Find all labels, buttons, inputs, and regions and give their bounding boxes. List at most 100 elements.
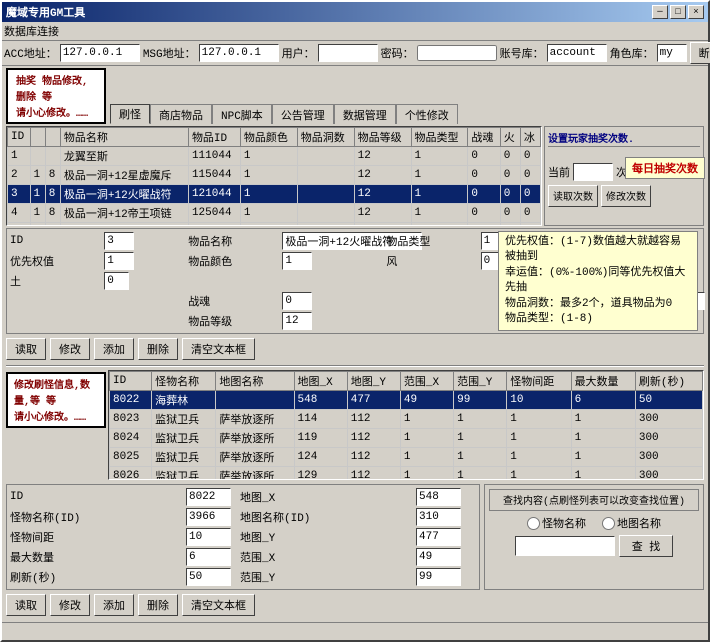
item-detail-form: ID 物品名称 物品类型 优先权值 物品颜色 风 火 土 — [6, 228, 704, 334]
monster-delete-btn[interactable]: 删除 — [138, 594, 178, 616]
item-clear-btn[interactable]: 清空文本框 — [182, 338, 255, 360]
role-db-input[interactable] — [657, 44, 687, 62]
map-y-field[interactable] — [416, 528, 461, 546]
id-label: ID — [10, 235, 100, 247]
user-input[interactable] — [318, 44, 378, 62]
th-name: 物品名称 — [60, 128, 188, 147]
monster-bottom: ID 地图_X 怪物名称(ID) 地图名称(ID) 怪物间距 地图_Y — [6, 484, 704, 590]
upper-section: 抽奖 物品修改,删除 等 请小心修改。…… 刷怪 商店物品 NPC脚本 公告管理… — [6, 68, 704, 362]
map-name-id-field[interactable] — [416, 508, 461, 526]
radio-monster-label: 怪物名称 — [527, 515, 586, 531]
th-id: ID — [8, 128, 31, 147]
monster-table-row[interactable]: 8022海葬林548477499910650 — [110, 391, 703, 410]
type-note: 物品洞数：最多2个，道具物品为0 — [505, 297, 691, 312]
mname-id-label: 怪物名称(ID) — [10, 509, 182, 525]
monster-table-row[interactable]: 8024监狱卫兵萨举放逐所1191121111300 — [110, 429, 703, 448]
read-lottery-btn[interactable]: 读取次数 — [548, 185, 598, 207]
search-radio-group: 怪物名称 地图名称 — [489, 515, 699, 531]
monster-clear-btn[interactable]: 清空文本框 — [182, 594, 255, 616]
th-color: 物品颜色 — [240, 128, 297, 147]
item-name-label: 物品名称 — [188, 233, 278, 249]
acc-addr-input[interactable] — [60, 44, 140, 62]
item-table-row[interactable]: 218极品一洞+12星虚魔斥1150441121000 — [8, 166, 541, 185]
mth-x: 地图_X — [294, 372, 347, 391]
connect-button[interactable]: 断开 — [690, 42, 710, 64]
acc-section-label: 数据库连接 — [4, 23, 59, 39]
mth-monster: 怪物名称 — [152, 372, 216, 391]
radio-monster[interactable] — [527, 517, 540, 530]
mth-rx: 范围_X — [400, 372, 453, 391]
tab-data[interactable]: 数据管理 — [334, 104, 396, 124]
soul-field[interactable] — [282, 292, 312, 310]
type-label: 物品类型 — [386, 233, 476, 249]
tab-shuaiguai[interactable]: 刷怪 — [110, 104, 150, 124]
acc-bar: 数据库连接 — [2, 22, 708, 41]
search-panel: 查找内容(点刷怪列表可以改变查找位置) 怪物名称 地图名称 查 — [484, 484, 704, 590]
color-field[interactable] — [282, 252, 312, 270]
find-button[interactable]: 查 找 — [619, 535, 674, 557]
monster-name-id-field[interactable] — [186, 508, 231, 526]
monster-section: 修改刷怪信息,数量,等 等 请小心修改。…… ID 怪物名称 地图名称 — [6, 370, 704, 482]
monster-table-row[interactable]: 8025监狱卫兵萨举放逐所1241121111300 — [110, 448, 703, 467]
warning2-line2: 请小心修改。…… — [14, 408, 98, 424]
db-input[interactable] — [547, 44, 607, 62]
th-fire: 火 — [500, 128, 520, 147]
monster-read-btn[interactable]: 读取 — [6, 594, 46, 616]
close-button[interactable]: × — [688, 5, 704, 19]
item-add-btn[interactable]: 添加 — [94, 338, 134, 360]
current-input[interactable] — [573, 163, 613, 181]
acc-addr-label: ACC地址： — [4, 45, 57, 61]
monster-modify-btn[interactable]: 修改 — [50, 594, 90, 616]
priority-field[interactable] — [104, 252, 134, 270]
minimize-button[interactable]: ─ — [652, 5, 668, 19]
modify-lottery-btn[interactable]: 修改次数 — [601, 185, 651, 207]
item-delete-btn[interactable]: 删除 — [138, 338, 178, 360]
status-text — [6, 624, 17, 640]
mth-refresh: 刷新(秒) — [635, 372, 702, 391]
level-field[interactable] — [282, 312, 312, 330]
luck-note: 幸运值：(0%-100%)同等优先权值大先抽 — [505, 266, 691, 297]
lower-section: 修改刷怪信息,数量,等 等 请小心修改。…… ID 怪物名称 地图名称 — [6, 370, 704, 618]
map-x-field[interactable] — [416, 488, 461, 506]
search-input[interactable] — [515, 536, 615, 556]
mx-label: 地图_X — [240, 489, 412, 505]
item-table-row[interactable]: 1龙翼至斯1110441121000 — [8, 147, 541, 166]
max-field[interactable] — [186, 548, 231, 566]
ry-field[interactable] — [416, 568, 461, 586]
warning-line1: 抽奖 物品修改,删除 等 — [16, 72, 96, 104]
tab-notice[interactable]: 公告管理 — [272, 104, 334, 124]
tab-npc[interactable]: NPC脚本 — [212, 104, 272, 124]
mth-dist: 怪物间距 — [507, 372, 571, 391]
lottery-title: 设置玩家抽奖次数. — [548, 130, 700, 147]
radio-map-label: 地图名称 — [602, 515, 661, 531]
refresh-field[interactable] — [186, 568, 231, 586]
th-c1 — [30, 128, 45, 147]
dist-label2: 怪物间距 — [10, 529, 182, 545]
item-table-row[interactable]: 318极品一洞+12火曜战符1210441121000 — [8, 185, 541, 204]
th-type: 物品类型 — [411, 128, 468, 147]
item-read-btn[interactable]: 读取 — [6, 338, 46, 360]
item-table: ID 物品名称 物品ID 物品颜色 物品洞数 物品等级 物品类型 战魂 — [7, 127, 541, 226]
item-modify-btn[interactable]: 修改 — [50, 338, 90, 360]
warning-box-2: 修改刷怪信息,数量,等 等 请小心修改。…… — [6, 372, 106, 428]
monster-table-row[interactable]: 8026监狱卫兵萨举放逐所1291121111300 — [110, 467, 703, 481]
monster-table-container: ID 怪物名称 地图名称 地图_X 地图_Y 范围_X 范围_Y 怪物间距 最大… — [108, 370, 704, 480]
dist-field[interactable] — [186, 528, 231, 546]
item-id-field[interactable] — [104, 232, 134, 250]
ry-label2: 范围_Y — [240, 569, 412, 585]
maximize-button[interactable]: □ — [670, 5, 686, 19]
current-label: 当前 — [548, 164, 570, 180]
monster-table-row[interactable]: 8023监狱卫兵萨举放逐所1141121111300 — [110, 410, 703, 429]
monster-id-field[interactable] — [186, 488, 231, 506]
radio-map[interactable] — [602, 517, 615, 530]
item-table-row[interactable]: 418极品一洞+12帝王项链1250441121000 — [8, 204, 541, 223]
msg-addr-input[interactable] — [199, 44, 279, 62]
earth-field[interactable] — [104, 272, 129, 290]
main-content: 抽奖 物品修改,删除 等 请小心修改。…… 刷怪 商店物品 NPC脚本 公告管理… — [2, 66, 708, 622]
tab-custom[interactable]: 个性修改 — [396, 104, 458, 124]
pwd-input[interactable] — [417, 45, 497, 61]
rx-field[interactable] — [416, 548, 461, 566]
monster-add-btn[interactable]: 添加 — [94, 594, 134, 616]
item-table-row[interactable]: 518极品一洞+12帮魂战甲1310441121000 — [8, 223, 541, 227]
tab-shop[interactable]: 商店物品 — [150, 104, 212, 124]
